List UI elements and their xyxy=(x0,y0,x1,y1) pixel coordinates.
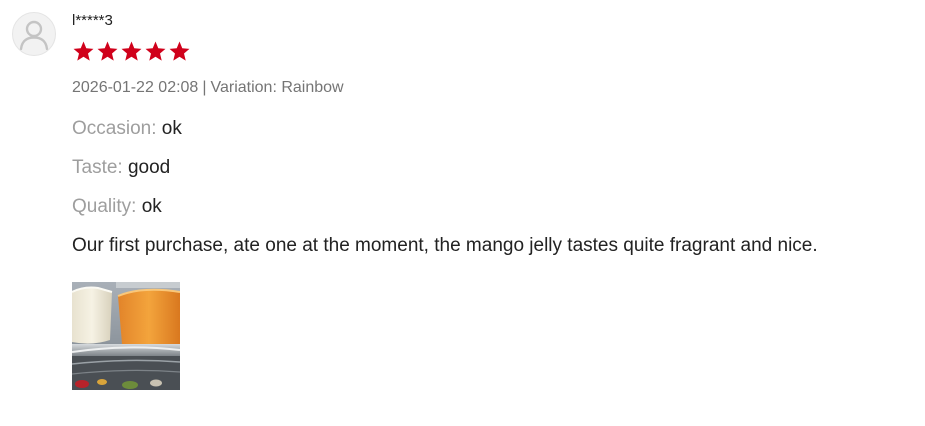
attribute-label: Taste: xyxy=(72,157,123,178)
user-silhouette-icon xyxy=(19,20,49,51)
attribute-taste: Taste: good xyxy=(72,155,905,181)
review-comment: Our first purchase, ate one at the momen… xyxy=(72,235,818,256)
star-icon xyxy=(97,41,118,61)
avatar[interactable] xyxy=(12,12,56,56)
star-rating xyxy=(72,40,905,64)
attribute-value: good xyxy=(127,157,171,178)
reviewer-username: l*****3 xyxy=(72,12,113,29)
star-icon xyxy=(73,41,94,61)
review-date: 2026-01-22 02:08 xyxy=(72,79,199,96)
attribute-label: Occasion: xyxy=(72,118,157,139)
review-photo-thumbnail[interactable] xyxy=(72,282,180,390)
star-icon xyxy=(169,41,190,61)
star-icon xyxy=(145,41,166,61)
attribute-quality: Quality: ok xyxy=(72,194,905,220)
attribute-value: ok xyxy=(161,118,182,139)
product-review: l*****3 2026-01-22 02:08 | Variation: Rain… xyxy=(0,0,925,426)
star-icon xyxy=(121,41,142,61)
variation-label: Variation: xyxy=(210,79,277,96)
review-attributes: Occasion: ok Taste: good Quality: ok xyxy=(72,116,905,220)
variation-value: Rainbow xyxy=(281,79,344,96)
attribute-value: ok xyxy=(141,196,162,217)
meta-separator: | xyxy=(202,79,207,96)
review-meta: 2026-01-22 02:08 | Variation: Rainbow xyxy=(72,77,905,99)
attribute-label: Quality: xyxy=(72,196,137,217)
review-content: l*****3 2026-01-22 02:08 | Variation: Rain… xyxy=(72,11,905,390)
attribute-occasion: Occasion: ok xyxy=(72,116,905,142)
